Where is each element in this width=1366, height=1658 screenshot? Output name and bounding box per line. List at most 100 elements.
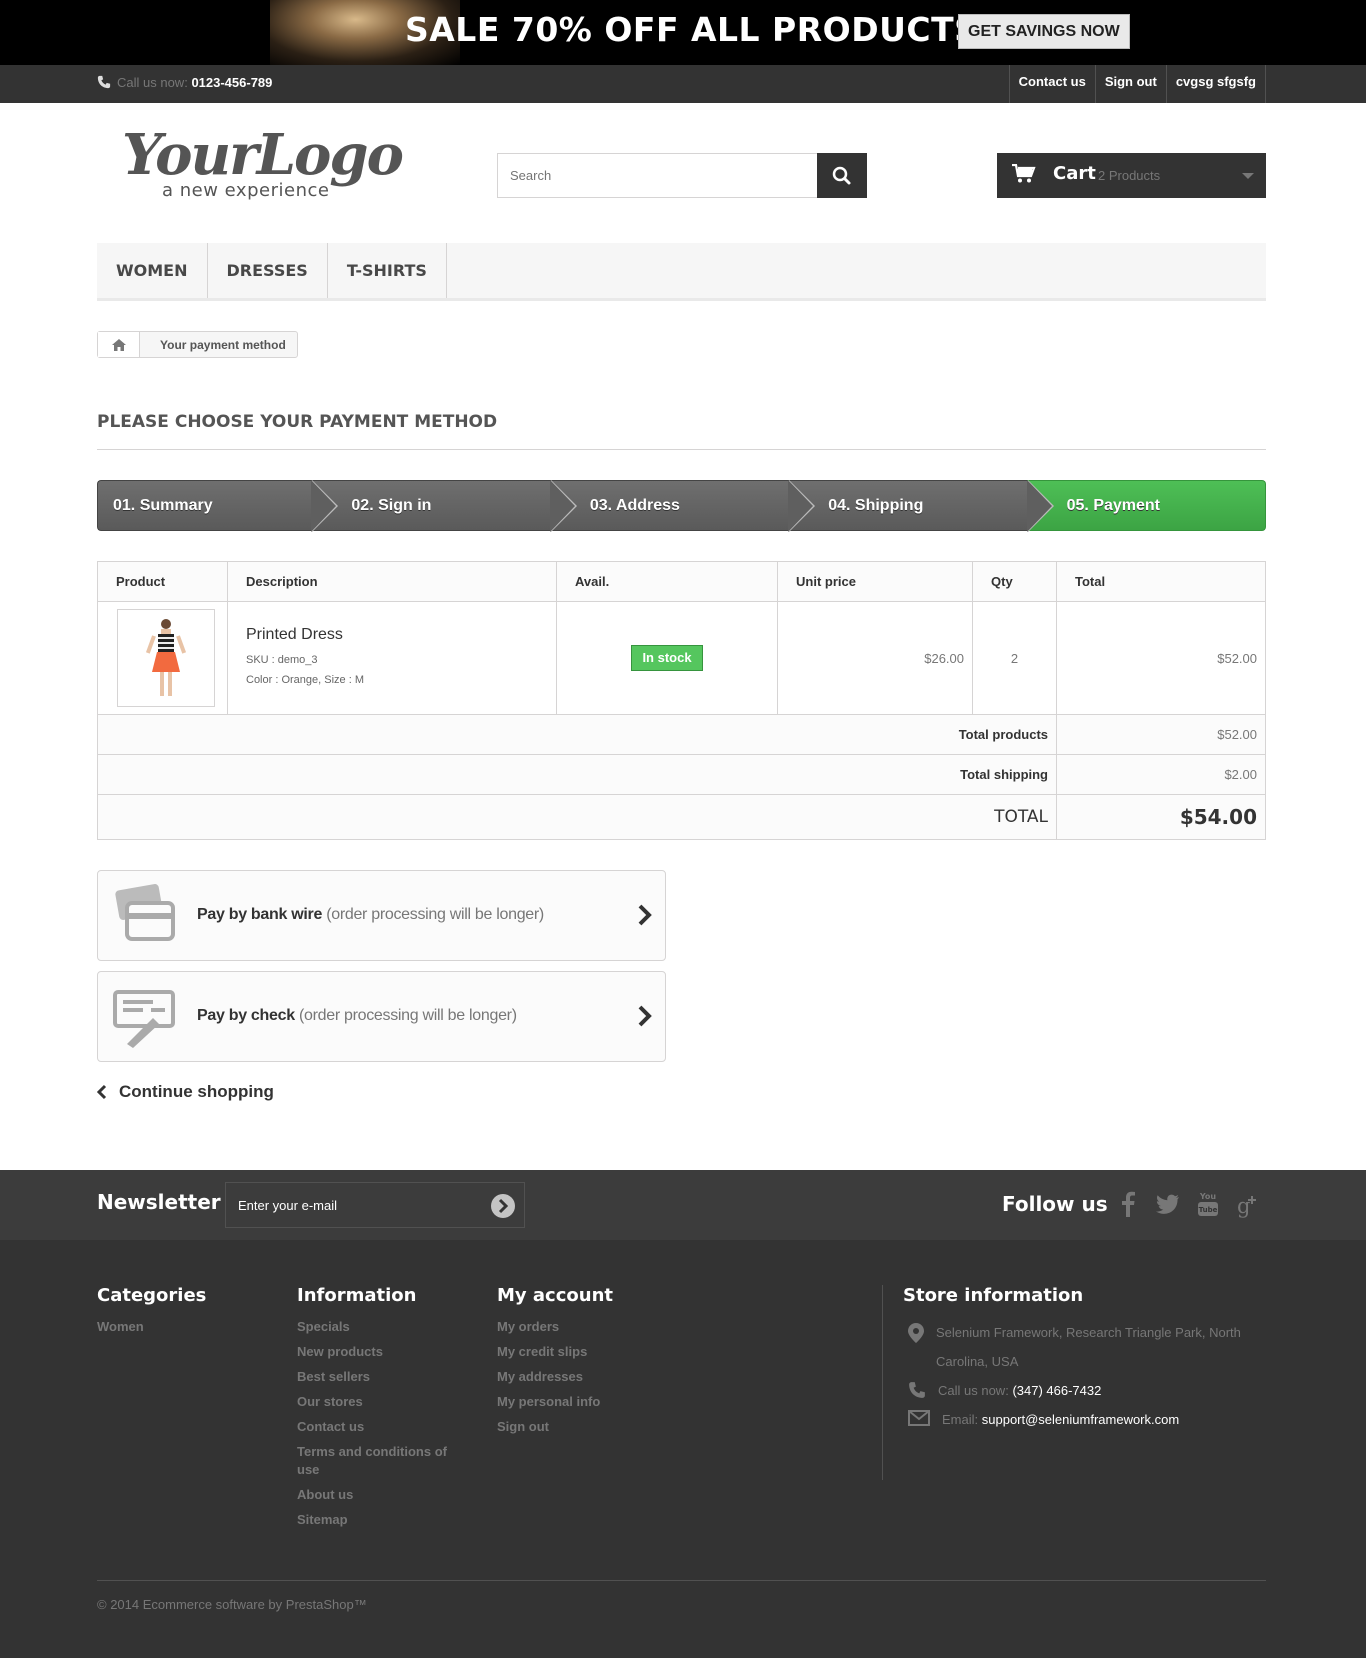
cart-label: Cart: [1053, 163, 1096, 184]
check-note: (order processing will be longer): [298, 1007, 517, 1024]
call-us: Call us now: 0123-456-789: [97, 75, 272, 90]
footer-link-my-credit-slips[interactable]: My credit slips: [497, 1343, 613, 1361]
step-summary[interactable]: 01. Summary: [97, 480, 339, 532]
newsletter-bar: Newsletter Enter your e-mail Follow us T…: [0, 1170, 1366, 1240]
footer-link-specials[interactable]: Specials: [297, 1318, 457, 1336]
footer-link-best-sellers[interactable]: Best sellers: [297, 1368, 457, 1386]
footer-link-contact-us[interactable]: Contact us: [297, 1418, 457, 1436]
caret-down-icon: [1242, 173, 1254, 179]
account-name-link[interactable]: cvgsg sfgsfg: [1165, 65, 1266, 103]
information-title: Information: [297, 1285, 417, 1306]
bankwire-title: Pay by bank wire: [197, 906, 323, 923]
step-label: 01. Summary: [113, 497, 213, 514]
search-input[interactable]: [498, 154, 818, 197]
footer-link-my-addresses[interactable]: My addresses: [497, 1368, 613, 1386]
twitter-icon[interactable]: [1155, 1190, 1181, 1218]
follow-us-title: Follow us: [1002, 1192, 1108, 1216]
col-header-qty: Qty: [972, 561, 1057, 602]
col-header-unit-price: Unit price: [777, 561, 973, 602]
step-label: 03. Address: [589, 497, 680, 514]
cart-icon: [1012, 164, 1036, 183]
continue-shopping-link[interactable]: Continue shopping: [97, 1082, 1266, 1102]
promo-banner[interactable]: SALE 70% OFF ALL PRODUCTS GET SAVINGS NO…: [0, 0, 1366, 65]
contact-us-link[interactable]: Contact us: [1008, 65, 1095, 103]
googleplus-icon[interactable]: g: [1235, 1190, 1261, 1218]
checkout-steps: 01. Summary 02. Sign in 03. Address 04. …: [97, 480, 1267, 532]
banner-headline: SALE 70% OFF ALL PRODUCTS: [405, 10, 979, 49]
step-address[interactable]: 03. Address: [549, 480, 816, 532]
col-header-product: Product: [97, 561, 228, 602]
store-address-text: Selenium Framework, Research Triangle Pa…: [936, 1325, 1241, 1369]
footer-link-terms[interactable]: Terms and conditions of use: [297, 1443, 457, 1479]
footer: Newsletter Enter your e-mail Follow us T…: [0, 1170, 1366, 1658]
store-email-label: Email:: [942, 1412, 979, 1427]
menu-item-tshirts[interactable]: T-SHIRTS: [328, 243, 447, 298]
step-shipping[interactable]: 04. Shipping: [788, 480, 1054, 532]
page-title: PLEASE CHOOSE YOUR PAYMENT METHOD: [97, 412, 1266, 450]
facebook-icon[interactable]: [1115, 1190, 1141, 1218]
bankwire-icon: [115, 884, 175, 941]
product-name[interactable]: Printed Dress: [246, 626, 556, 644]
top-nav: Call us now: 0123-456-789 Contact us Sig…: [0, 65, 1366, 103]
newsletter-email-input[interactable]: Enter your e-mail: [225, 1182, 525, 1228]
newsletter-submit-icon[interactable]: [490, 1193, 516, 1219]
pay-by-bank-wire-button[interactable]: Pay by bank wire (order processing will …: [97, 870, 666, 961]
total-products-row: Total products $52.00: [97, 714, 1266, 755]
footer-link-my-personal-info[interactable]: My personal info: [497, 1393, 613, 1411]
youtube-icon[interactable]: Tube You: [1195, 1190, 1221, 1218]
step-label: 05. Payment: [1066, 497, 1161, 514]
logo-sub-text: a new experience: [162, 180, 330, 201]
store-logo[interactable]: YourLogo a new experience: [122, 125, 404, 205]
map-pin-icon: [908, 1323, 924, 1343]
top-links: Contact us Sign out cvgsg sfgsfg: [1008, 65, 1266, 103]
check-title: Pay by check: [197, 1007, 295, 1024]
menu-item-women[interactable]: WOMEN: [97, 243, 208, 298]
svg-text:Tube: Tube: [1199, 1206, 1218, 1214]
footer-link-sign-out[interactable]: Sign out: [497, 1418, 613, 1436]
call-phone: 0123-456-789: [191, 75, 273, 90]
store-title: Store information: [903, 1285, 1084, 1306]
product-thumbnail[interactable]: [117, 609, 215, 707]
store-email-link[interactable]: support@seleniumframework.com: [982, 1412, 1179, 1427]
footer-my-account: My account My orders My credit slips My …: [497, 1285, 613, 1443]
col-header-availability: Avail.: [556, 561, 778, 602]
total-shipping-row: Total shipping $2.00: [97, 754, 1266, 795]
step-sign-in[interactable]: 02. Sign in: [311, 480, 577, 532]
footer-link-sitemap[interactable]: Sitemap: [297, 1511, 457, 1529]
menu-item-dresses[interactable]: DRESSES: [208, 243, 328, 298]
envelope-icon: [908, 1410, 930, 1426]
footer-link-women[interactable]: Women: [97, 1318, 206, 1336]
footer-categories: Categories Women: [97, 1285, 206, 1343]
search-box: [497, 153, 867, 198]
main-menu: WOMEN DRESSES T-SHIRTS: [97, 243, 1266, 301]
banner-cta-button[interactable]: GET SAVINGS NOW: [958, 14, 1130, 49]
cart-button[interactable]: Cart 2 Products: [997, 153, 1266, 198]
footer-link-new-products[interactable]: New products: [297, 1343, 457, 1361]
breadcrumb-home[interactable]: [98, 332, 140, 357]
footer-link-about-us[interactable]: About us: [297, 1486, 457, 1504]
pay-by-check-button[interactable]: Pay by check (order processing will be l…: [97, 971, 666, 1062]
categories-title: Categories: [97, 1285, 207, 1306]
call-label: Call us now:: [117, 75, 188, 90]
breadcrumb: Your payment method: [97, 331, 298, 358]
grand-total-row: TOTAL $54.00: [97, 794, 1266, 840]
store-phone-number: (347) 466-7432: [1012, 1383, 1102, 1398]
search-button[interactable]: [817, 153, 867, 198]
footer-link-our-stores[interactable]: Our stores: [297, 1393, 457, 1411]
chevron-right-icon: [638, 904, 652, 926]
total-products-value: $52.00: [1056, 714, 1266, 755]
footer-link-my-orders[interactable]: My orders: [497, 1318, 613, 1336]
search-icon: [832, 166, 851, 185]
total-shipping-value: $2.00: [1056, 754, 1266, 795]
sign-out-link[interactable]: Sign out: [1094, 65, 1166, 103]
copyright: © 2014 Ecommerce software by PrestaShop™: [97, 1580, 1266, 1612]
store-call-label: Call us now:: [938, 1383, 1009, 1398]
svg-text:g: g: [1237, 1194, 1250, 1218]
chevron-left-icon: [97, 1084, 107, 1100]
step-payment: 05. Payment: [1026, 480, 1267, 531]
newsletter-placeholder: Enter your e-mail: [238, 1198, 337, 1213]
order-summary-table: Product Description Avail. Unit price Qt…: [97, 561, 1266, 840]
table-row: Printed Dress SKU : demo_3 Color : Orang…: [97, 601, 1266, 715]
total-products-label: Total products: [97, 714, 1057, 755]
newsletter-title: Newsletter: [97, 1190, 221, 1214]
